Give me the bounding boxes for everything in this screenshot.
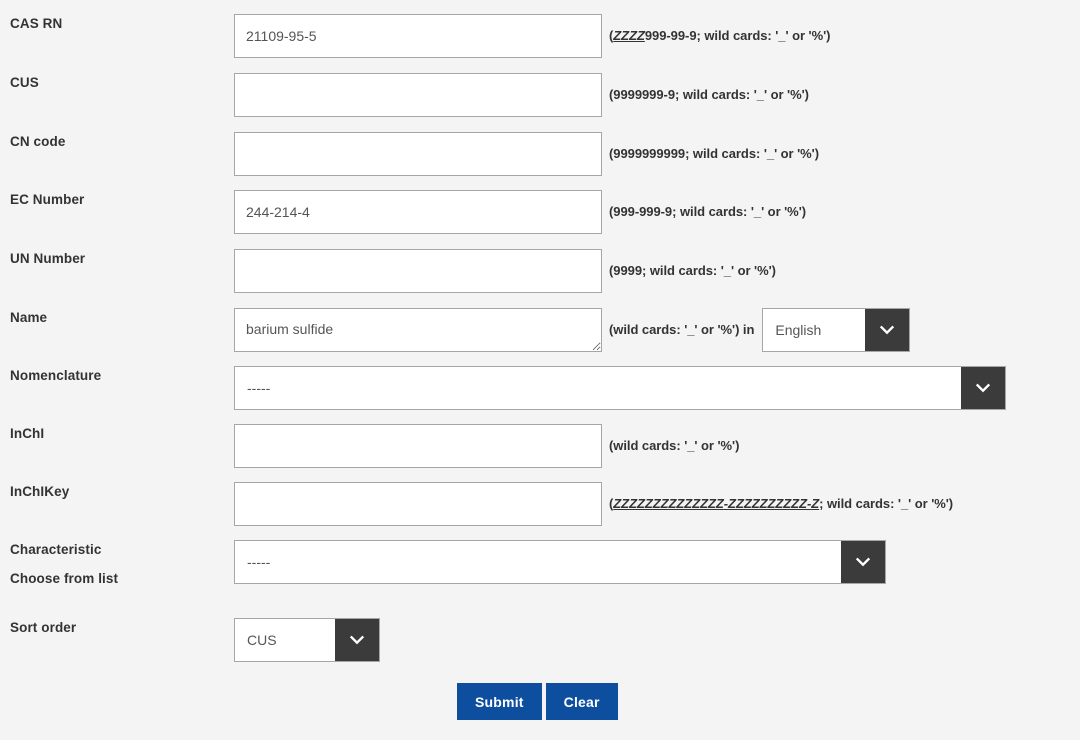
label-ec-number: EC Number (0, 190, 234, 209)
hint-inchikey-block-2: ZZZZZZZZZZ (728, 496, 807, 511)
search-form: CAS RN (ZZZZ999-99-9; wild cards: '_' or… (0, 0, 1080, 740)
nomenclature-select-value: ----- (235, 367, 961, 409)
name-textarea[interactable]: barium sulfide (234, 308, 602, 352)
sort-order-select-value: CUS (235, 619, 335, 661)
label-inchi: InChI (0, 424, 234, 443)
form-actions: Submit Clear (0, 683, 1080, 720)
field-sort-order: CUS (234, 618, 380, 662)
clear-button[interactable]: Clear (546, 683, 618, 720)
field-name: barium sulfide (wild cards: '_' or '%') … (234, 308, 910, 352)
hint-inchikey: (ZZZZZZZZZZZZZZ-ZZZZZZZZZZ-Z; wild cards… (609, 482, 953, 526)
hint-inchikey-rest: ; wild cards: '_' or '%') (819, 496, 953, 511)
characteristic-select[interactable]: ----- (234, 540, 886, 584)
hint-ec-number: (999-999-9; wild cards: '_' or '%') (609, 190, 806, 234)
field-inchikey: (ZZZZZZZZZZZZZZ-ZZZZZZZZZZ-Z; wild cards… (234, 482, 953, 526)
form-row-nomenclature: Nomenclature ----- (0, 366, 1080, 410)
field-cas-rn: (ZZZZ999-99-9; wild cards: '_' or '%') (234, 14, 830, 58)
form-row-inchikey: InChIKey (ZZZZZZZZZZZZZZ-ZZZZZZZZZZ-Z; w… (0, 482, 1080, 526)
field-characteristic: ----- (234, 540, 886, 584)
label-name: Name (0, 308, 234, 327)
form-row-un-number: UN Number (9999; wild cards: '_' or '%') (0, 249, 1080, 293)
label-characteristic: Characteristic Choose from list (0, 540, 234, 588)
label-nomenclature: Nomenclature (0, 366, 234, 385)
inchi-input[interactable] (234, 424, 602, 468)
hint-un-number-rest: 9999; wild cards: '_' or '%') (613, 263, 776, 278)
hint-cus-rest: 9999999-9; wild cards: '_' or '%') (613, 87, 809, 102)
nomenclature-select[interactable]: ----- (234, 366, 1006, 410)
label-characteristic-main: Characteristic (10, 542, 101, 557)
ec-number-input[interactable] (234, 190, 602, 234)
field-cn-code: (9999999999; wild cards: '_' or '%') (234, 132, 819, 176)
hint-name: (wild cards: '_' or '%') in (609, 308, 754, 352)
label-sort-order: Sort order (0, 618, 234, 637)
label-characteristic-sub: Choose from list (10, 569, 234, 588)
hint-inchikey-block-1: ZZZZZZZZZZZZZZ (613, 496, 723, 511)
hint-cas-rn: (ZZZZ999-99-9; wild cards: '_' or '%') (609, 14, 830, 58)
hint-cas-rn-pattern: ZZZZ (613, 28, 645, 43)
field-ec-number: (999-999-9; wild cards: '_' or '%') (234, 190, 806, 234)
field-un-number: (9999; wild cards: '_' or '%') (234, 249, 776, 293)
label-cus: CUS (0, 73, 234, 92)
form-row-characteristic: Characteristic Choose from list ----- (0, 540, 1080, 588)
hint-inchikey-block-3: Z (811, 496, 819, 511)
chevron-down-icon[interactable] (865, 309, 909, 351)
field-cus: (9999999-9; wild cards: '_' or '%') (234, 73, 809, 117)
language-select-value: English (763, 309, 865, 351)
field-inchi: (wild cards: '_' or '%') (234, 424, 739, 468)
sort-order-select[interactable]: CUS (234, 618, 380, 662)
form-row-cn-code: CN code (9999999999; wild cards: '_' or … (0, 132, 1080, 176)
label-inchikey: InChIKey (0, 482, 234, 501)
form-row-inchi: InChI (wild cards: '_' or '%') (0, 424, 1080, 468)
chevron-down-icon[interactable] (335, 619, 379, 661)
label-un-number: UN Number (0, 249, 234, 268)
chevron-down-icon[interactable] (841, 541, 885, 583)
label-cas-rn: CAS RN (0, 14, 234, 33)
cus-input[interactable] (234, 73, 602, 117)
form-row-name: Name barium sulfide (wild cards: '_' or … (0, 308, 1080, 352)
hint-cas-rn-rest: 999-99-9; wild cards: '_' or '%') (645, 28, 831, 43)
un-number-input[interactable] (234, 249, 602, 293)
hint-inchi: (wild cards: '_' or '%') (609, 424, 739, 468)
characteristic-select-value: ----- (235, 541, 841, 583)
form-row-sort-order: Sort order CUS (0, 618, 1080, 662)
inchikey-input[interactable] (234, 482, 602, 526)
hint-cn-code-rest: 9999999999; wild cards: '_' or '%') (613, 146, 819, 161)
cn-code-input[interactable] (234, 132, 602, 176)
cas-rn-input[interactable] (234, 14, 602, 58)
submit-button[interactable]: Submit (457, 683, 542, 720)
label-cn-code: CN code (0, 132, 234, 151)
form-row-cus: CUS (9999999-9; wild cards: '_' or '%') (0, 73, 1080, 117)
hint-ec-number-rest: 999-999-9; wild cards: '_' or '%') (613, 204, 806, 219)
field-nomenclature: ----- (234, 366, 1006, 410)
form-row-ec-number: EC Number (999-999-9; wild cards: '_' or… (0, 190, 1080, 234)
hint-cn-code: (9999999999; wild cards: '_' or '%') (609, 132, 819, 176)
language-select[interactable]: English (762, 308, 910, 352)
chevron-down-icon[interactable] (961, 367, 1005, 409)
form-row-cas-rn: CAS RN (ZZZZ999-99-9; wild cards: '_' or… (0, 14, 1080, 58)
hint-cus: (9999999-9; wild cards: '_' or '%') (609, 73, 809, 117)
hint-un-number: (9999; wild cards: '_' or '%') (609, 249, 776, 293)
